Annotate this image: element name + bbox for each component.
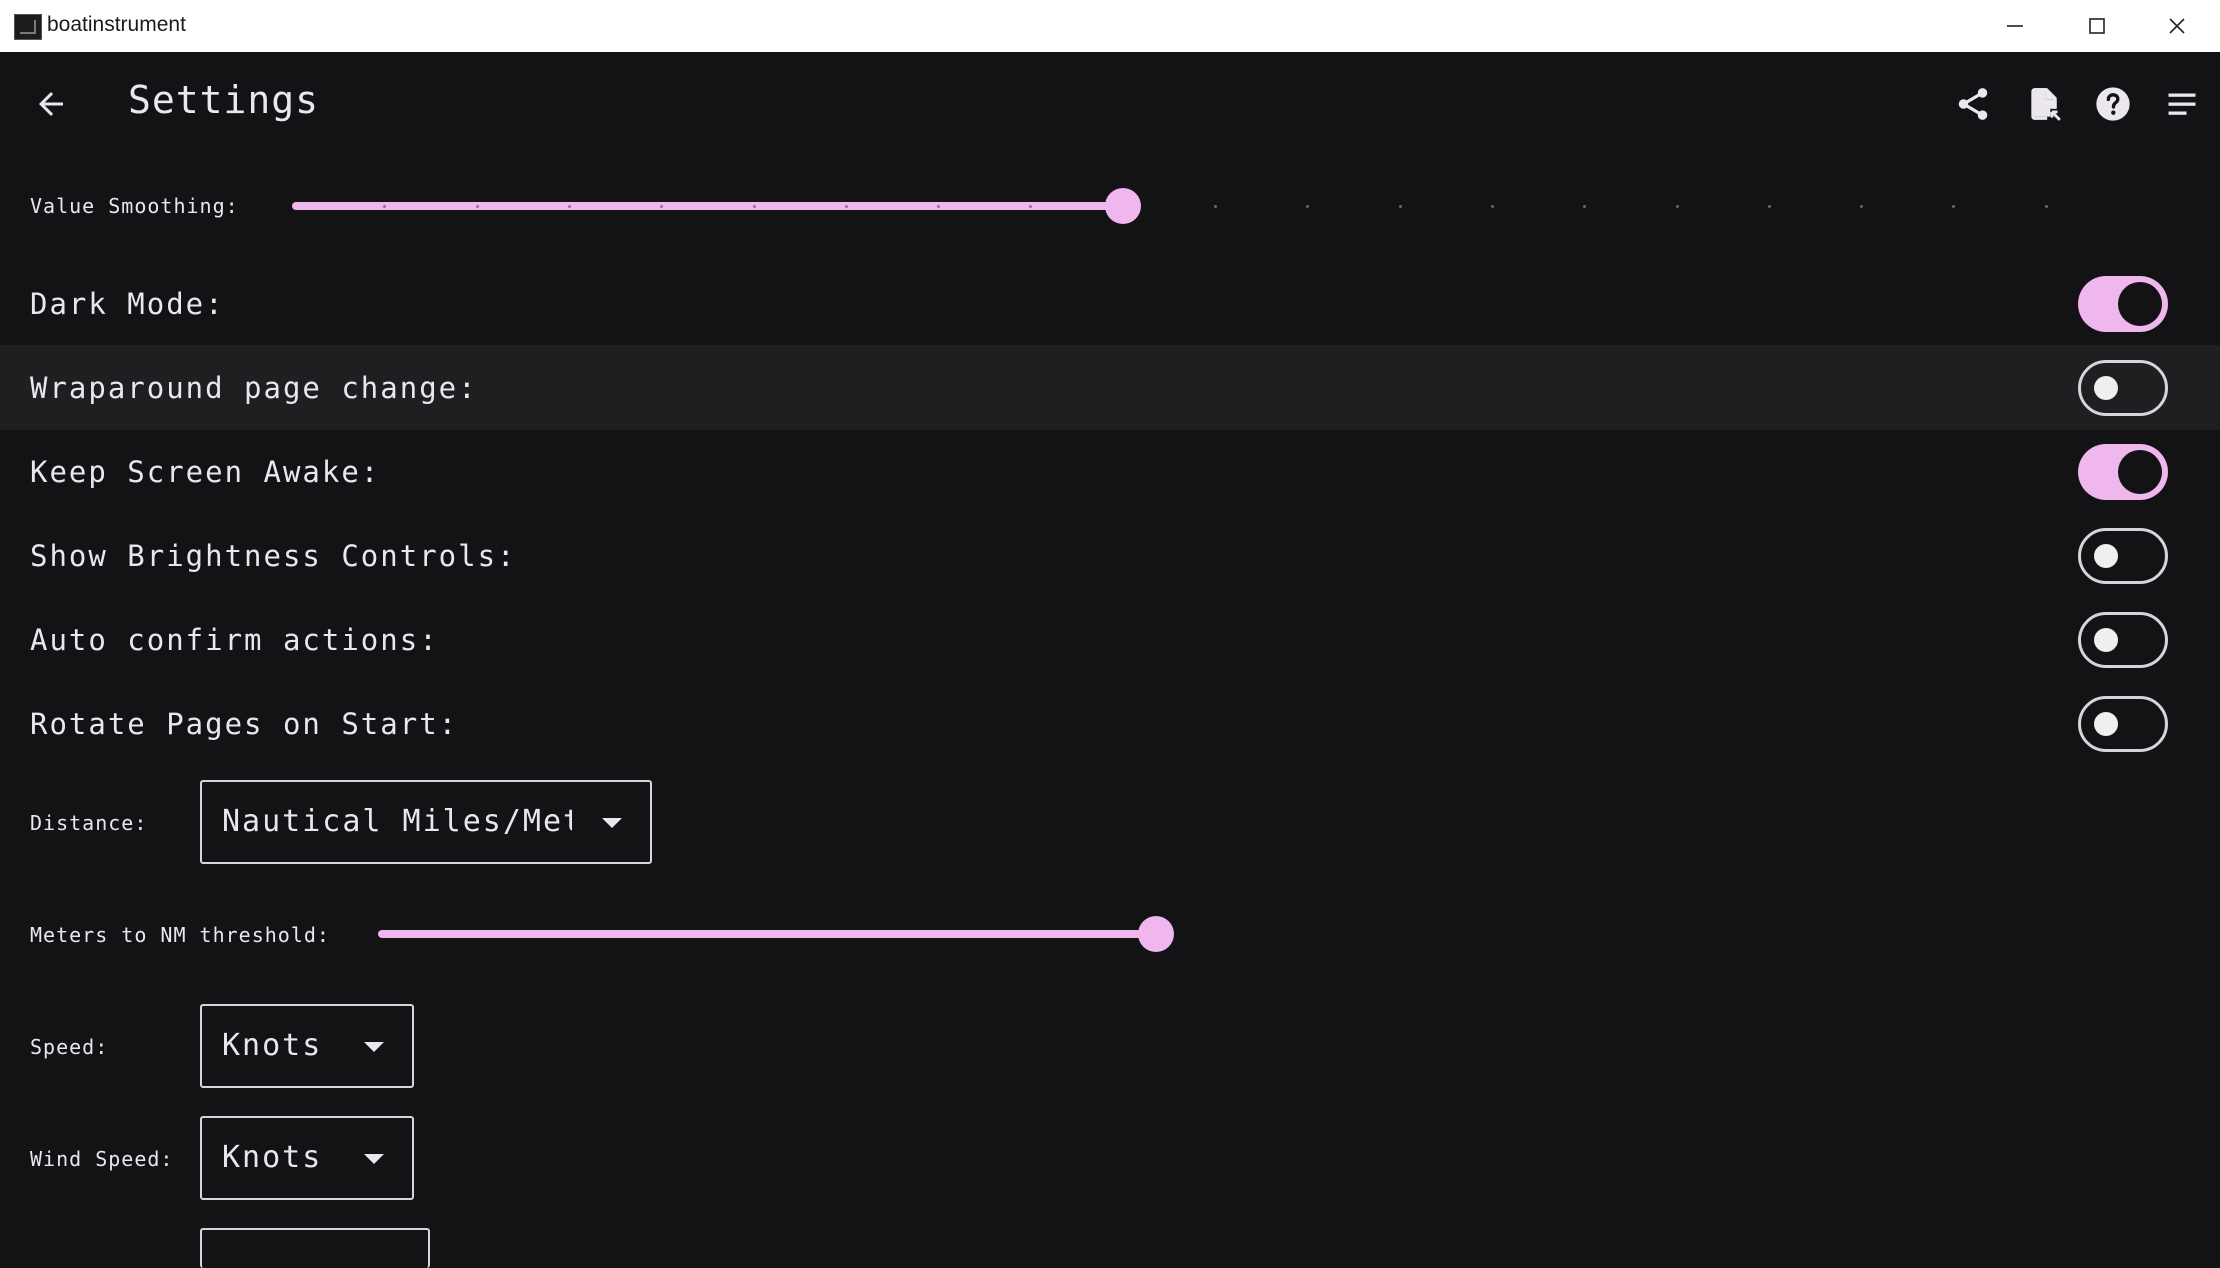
wind-speed-selected-value: Knots <box>222 1140 323 1175</box>
keep-screen-awake-label: Keep Screen Awake: <box>30 455 381 489</box>
rotate-pages-on-start-toggle[interactable] <box>2078 696 2168 752</box>
toggle-knob <box>2094 628 2118 652</box>
maximize-icon <box>2089 18 2105 34</box>
export-file-button[interactable] <box>2019 79 2069 129</box>
show-brightness-controls-label: Show Brightness Controls: <box>30 539 517 573</box>
window-title-bar: boatinstrument <box>0 0 2220 53</box>
slider-tick <box>844 205 848 208</box>
speed-label: Speed: <box>30 1035 109 1059</box>
slider-active-track <box>292 202 1123 210</box>
slider-tick <box>752 205 756 208</box>
show-brightness-controls-toggle[interactable] <box>2078 528 2168 584</box>
wraparound-page-change-label: Wraparound page change: <box>30 371 478 405</box>
chevron-down-icon <box>364 1154 384 1164</box>
speed-dropdown[interactable]: Knots <box>200 1004 414 1088</box>
auto-confirm-actions-label: Auto confirm actions: <box>30 623 439 657</box>
value-smoothing-slider[interactable] <box>292 186 2138 226</box>
app-logo-icon <box>14 14 42 40</box>
window-title: boatinstrument <box>47 13 186 36</box>
file-export-icon <box>2031 88 2061 121</box>
chevron-down-icon <box>602 818 622 828</box>
meters-to-nm-threshold-label: Meters to NM threshold: <box>30 923 330 947</box>
close-icon <box>2169 18 2185 34</box>
auto-confirm-actions-toggle[interactable] <box>2078 612 2168 668</box>
slider-tick <box>1214 205 1217 208</box>
slider-tick <box>2044 205 2048 208</box>
slider-thumb[interactable] <box>1138 916 1174 952</box>
slider-active-track <box>378 930 1156 938</box>
help-circle-icon <box>2096 87 2130 121</box>
slider-thumb[interactable] <box>1104 188 1141 224</box>
slider-tick <box>567 205 571 208</box>
slider-tick <box>1583 205 1587 208</box>
rotate-pages-on-start-label: Rotate Pages on Start: <box>30 707 459 741</box>
distance-dropdown[interactable]: Nautical Miles/Meters <box>200 780 652 864</box>
slider-tick <box>1952 205 1956 208</box>
slider-tick <box>1675 205 1679 208</box>
back-button[interactable] <box>26 79 76 129</box>
slider-tick <box>1860 205 1864 208</box>
share-icon <box>1958 88 1988 120</box>
slider-tick <box>475 205 479 208</box>
maximize-button[interactable] <box>2057 0 2137 52</box>
chevron-down-icon <box>364 1042 384 1052</box>
menu-lines-icon <box>2168 93 2196 115</box>
menu-button[interactable] <box>2157 79 2207 129</box>
close-button[interactable] <box>2137 0 2217 52</box>
arrow-left-icon <box>39 92 63 116</box>
toggle-knob <box>2094 376 2118 400</box>
next-setting-dropdown[interactable] <box>200 1228 430 1268</box>
wind-speed-dropdown[interactable]: Knots <box>200 1116 414 1200</box>
speed-selected-value: Knots <box>222 1028 323 1063</box>
slider-tick <box>1767 205 1771 208</box>
slider-tick <box>1306 205 1310 208</box>
slider-tick <box>1490 205 1494 208</box>
meters-to-nm-threshold-slider[interactable] <box>378 914 1178 954</box>
toggle-knob <box>2094 712 2118 736</box>
value-smoothing-label: Value Smoothing: <box>30 194 239 218</box>
dark-mode-label: Dark Mode: <box>30 287 225 321</box>
dark-mode-toggle[interactable] <box>2078 276 2168 332</box>
page-title: Settings <box>128 78 320 122</box>
app-bar: Settings <box>0 52 2220 156</box>
wraparound-page-change-toggle[interactable] <box>2078 360 2168 416</box>
toggle-knob <box>2118 282 2162 326</box>
help-button[interactable] <box>2088 79 2138 129</box>
minimize-button[interactable] <box>1975 0 2055 52</box>
toggle-knob <box>2094 544 2118 568</box>
toggle-knob <box>2118 450 2162 494</box>
wind-speed-label: Wind Speed: <box>30 1147 174 1171</box>
keep-screen-awake-toggle[interactable] <box>2078 444 2168 500</box>
minimize-icon <box>2007 25 2023 27</box>
share-button[interactable] <box>1948 79 1998 129</box>
distance-label: Distance: <box>30 811 148 835</box>
distance-selected-value: Nautical Miles/Meters <box>222 804 572 839</box>
slider-tick <box>1398 205 1402 208</box>
